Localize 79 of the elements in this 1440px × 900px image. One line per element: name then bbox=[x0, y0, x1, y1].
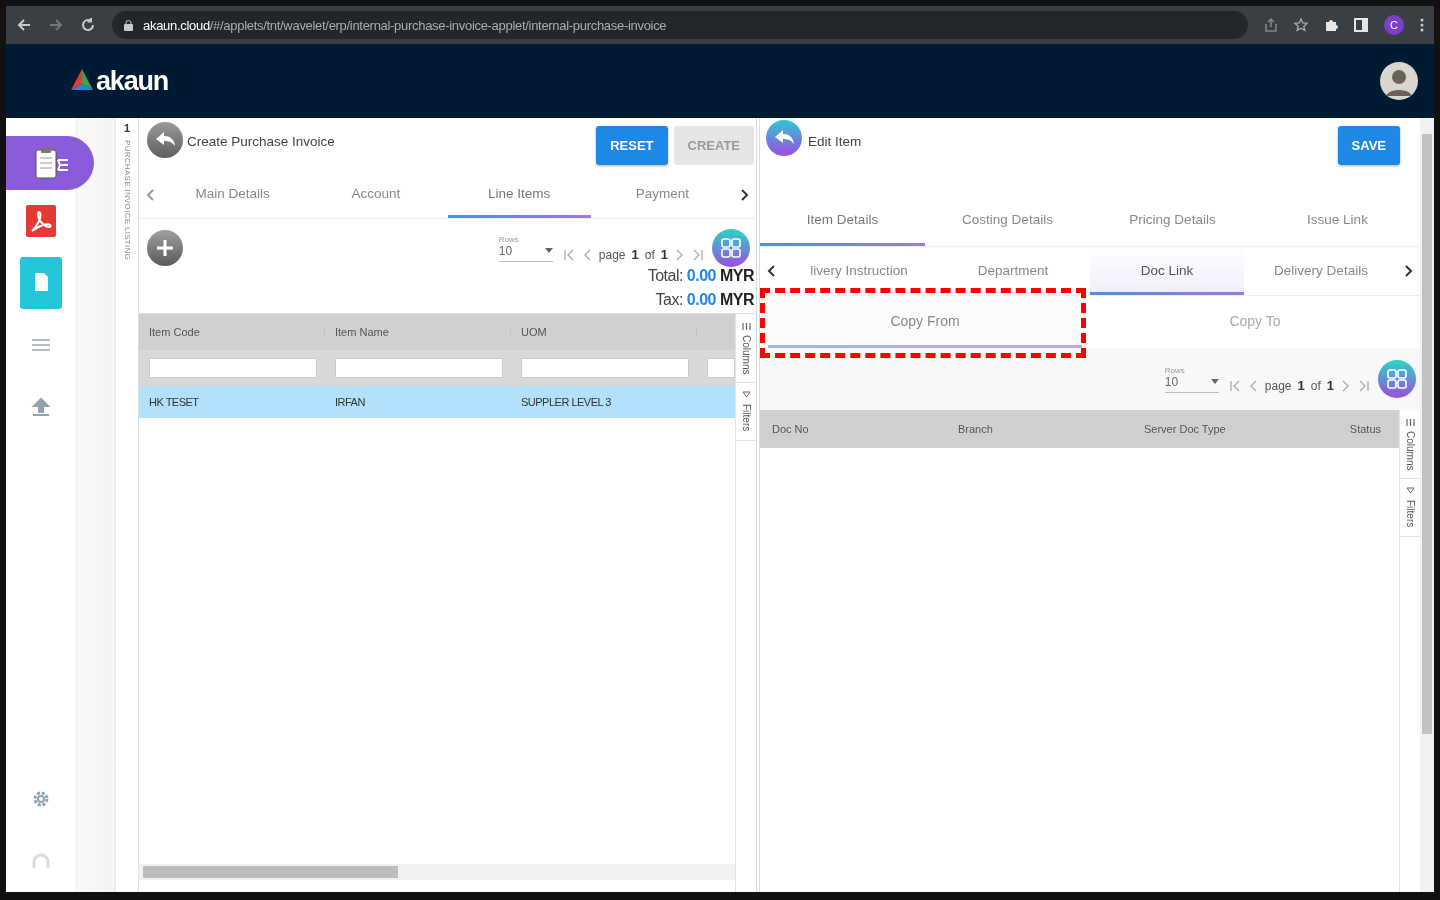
column-header[interactable]: Doc No bbox=[760, 423, 946, 435]
more-icon[interactable] bbox=[1420, 18, 1424, 32]
total-pages: 1 bbox=[660, 246, 668, 262]
address-bar[interactable]: akaun.cloud/#/applets/tnt/wavelet/erp/internal-purchase-invoice-applet/internal-purchase-invoice bbox=[112, 11, 1248, 39]
last-page-icon[interactable] bbox=[692, 247, 704, 262]
side-tool-tab[interactable]: Columns bbox=[736, 314, 756, 384]
rows-label: Rows bbox=[498, 234, 520, 244]
tab[interactable]: Account bbox=[304, 172, 448, 218]
sidebar-item[interactable] bbox=[6, 136, 94, 190]
filter-field[interactable] bbox=[149, 358, 317, 378]
tab[interactable]: Costing Details bbox=[925, 192, 1090, 246]
tab[interactable]: Payment bbox=[590, 172, 734, 218]
rows-select[interactable]: 10 bbox=[1164, 374, 1219, 392]
headset-icon[interactable] bbox=[31, 852, 51, 870]
lock-icon bbox=[124, 19, 133, 31]
horizontal-scrollbar[interactable] bbox=[139, 864, 735, 880]
reload-icon[interactable] bbox=[80, 17, 96, 33]
next-tab-icon[interactable] bbox=[740, 188, 750, 202]
tab[interactable]: Item Details bbox=[760, 192, 925, 246]
tab[interactable]: Pricing Details bbox=[1090, 192, 1255, 246]
grid-view-icon[interactable] bbox=[1378, 360, 1416, 398]
list-icon bbox=[30, 337, 52, 353]
column-header[interactable]: UOM bbox=[511, 326, 697, 338]
tab[interactable]: Line Items bbox=[447, 172, 591, 218]
panel-title: Edit Item bbox=[808, 134, 863, 149]
forward-icon[interactable] bbox=[48, 17, 64, 33]
pdf-icon bbox=[26, 205, 56, 237]
share-icon[interactable] bbox=[1264, 18, 1278, 32]
columns-icon bbox=[1405, 418, 1415, 427]
action-button[interactable]: SAVE bbox=[1337, 126, 1400, 165]
previous-tab-icon[interactable] bbox=[766, 264, 776, 278]
document-icon bbox=[20, 257, 62, 309]
of-word: of bbox=[644, 247, 655, 262]
tab[interactable]: Main Details bbox=[161, 172, 305, 218]
add-icon[interactable] bbox=[147, 230, 183, 266]
side-tool-tab[interactable]: Filters bbox=[736, 383, 756, 441]
profile-button[interactable]: C bbox=[1384, 15, 1404, 35]
rows-select[interactable]: 10 bbox=[498, 243, 553, 261]
avatar[interactable] bbox=[1380, 62, 1418, 100]
columns-icon bbox=[741, 322, 751, 331]
total-pages: 1 bbox=[1326, 377, 1334, 393]
upload-icon bbox=[31, 397, 51, 417]
next-tab-icon[interactable] bbox=[1404, 264, 1414, 278]
page-word: page bbox=[1264, 378, 1292, 393]
last-page-icon[interactable] bbox=[1358, 378, 1370, 393]
page-number: 1 bbox=[1297, 377, 1305, 393]
of-word: of bbox=[1310, 378, 1321, 393]
page-word: page bbox=[598, 247, 626, 262]
first-page-icon[interactable] bbox=[562, 247, 575, 262]
total-line: Total: 0.00 MYR bbox=[647, 267, 754, 285]
filter-field[interactable] bbox=[521, 358, 689, 378]
column-header[interactable]: Item Name bbox=[325, 326, 511, 338]
tab[interactable]: Issue Link bbox=[1255, 192, 1420, 246]
app-logo: akaun bbox=[96, 65, 169, 97]
panel-title: Create Purchase Invoice bbox=[187, 134, 336, 149]
total-line: Tax: 0.00 MYR bbox=[655, 291, 754, 309]
vertical-scrollbar[interactable] bbox=[1420, 118, 1434, 892]
rows-label: Rows bbox=[1164, 365, 1186, 375]
filter-field[interactable] bbox=[707, 358, 735, 378]
listing-label[interactable]: PURCHASE INVOICE LISTING bbox=[122, 140, 132, 261]
column-header[interactable]: Status bbox=[1318, 423, 1399, 435]
first-page-icon[interactable] bbox=[1228, 378, 1241, 393]
back-icon[interactable] bbox=[16, 17, 32, 33]
tab[interactable]: Delivery Details bbox=[1244, 247, 1398, 295]
column-header[interactable]: Server Doc Type bbox=[1132, 423, 1318, 435]
column-header[interactable]: Branch bbox=[946, 423, 1132, 435]
tab[interactable]: Department bbox=[936, 247, 1090, 295]
column-header[interactable]: Item Code bbox=[139, 326, 325, 338]
table-row[interactable]: HK TESET IRFAN SUPPLER LEVEL 3 bbox=[139, 386, 735, 418]
settings-icon[interactable] bbox=[31, 789, 51, 809]
action-button[interactable]: RESET bbox=[596, 126, 668, 165]
puzzle-icon[interactable] bbox=[1324, 18, 1338, 32]
star-icon[interactable] bbox=[1294, 18, 1308, 32]
listing-count: 1 bbox=[123, 122, 131, 134]
page-number: 1 bbox=[631, 246, 639, 262]
grid-view-icon[interactable] bbox=[712, 229, 750, 267]
sidebar-icon[interactable] bbox=[1354, 18, 1368, 32]
tab[interactable]: livery Instruction bbox=[782, 247, 936, 295]
filter-field[interactable] bbox=[335, 358, 503, 378]
